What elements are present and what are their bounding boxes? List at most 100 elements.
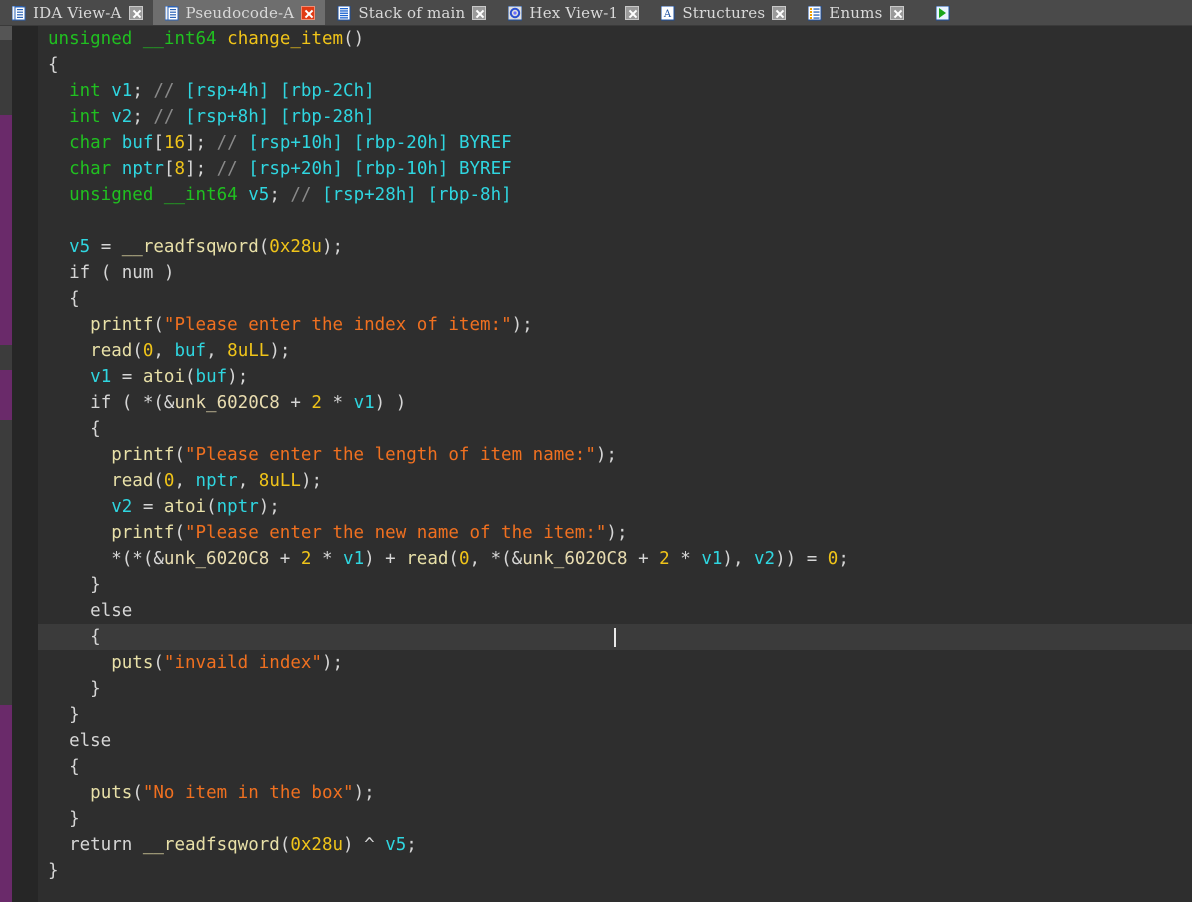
punctuation: , *(& xyxy=(469,549,523,569)
navigation-marker-strip[interactable] xyxy=(0,26,12,902)
code-text: v5 = __readfsqword(0x28u); xyxy=(38,234,343,260)
code-line[interactable]: 20 printf("Please enter the new name of … xyxy=(38,520,1192,546)
code-line[interactable]: 6 char nptr[8]; // [rsp+20h] [rbp-10h] B… xyxy=(38,156,1192,182)
tab-overflow-next[interactable] xyxy=(913,0,960,25)
tab-structures[interactable]: A Structures xyxy=(649,0,797,25)
pseudocode-editor[interactable]: 1unsigned __int64 change_item()2{3 int v… xyxy=(38,26,1192,902)
document-list-icon xyxy=(164,5,179,20)
code-line[interactable]: 21 *(*(&unk_6020C8 + 2 * v1) + read(0, *… xyxy=(38,546,1192,572)
numeric-literal: 0 xyxy=(163,471,175,491)
function-declaration-name: change_item xyxy=(227,29,344,49)
code-line[interactable]: 11 { xyxy=(38,286,1192,312)
type-keyword: char xyxy=(69,133,112,153)
code-line[interactable]: 1unsigned __int64 change_item() xyxy=(38,26,1192,52)
punctuation: + xyxy=(627,549,660,569)
code-line[interactable]: 28 else xyxy=(38,728,1192,754)
tab-label: IDA View-A xyxy=(33,4,122,22)
code-line[interactable]: 15 if ( *(&unk_6020C8 + 2 * v1) ) xyxy=(38,390,1192,416)
punctuation: } xyxy=(48,809,80,829)
code-line[interactable]: 2{ xyxy=(38,52,1192,78)
tab-label: Enums xyxy=(829,4,883,22)
nav-scroll-thumb[interactable] xyxy=(0,26,12,40)
tab-pseudocode-a[interactable]: Pseudocode-A xyxy=(152,0,326,25)
close-icon[interactable] xyxy=(128,6,143,20)
code-line[interactable]: 30 puts("No item in the box"); xyxy=(38,780,1192,806)
code-text: read(0, nptr, 8uLL); xyxy=(38,468,322,494)
punctuation xyxy=(48,601,90,621)
code-line[interactable]: 4 int v2; // [rsp+8h] [rbp-28h] xyxy=(38,104,1192,130)
punctuation: ); xyxy=(606,523,628,543)
punctuation: * xyxy=(669,549,702,569)
tab-stack-of-main[interactable]: Stack of main xyxy=(325,0,497,25)
control-keyword: else xyxy=(69,731,112,751)
code-line[interactable]: 33} xyxy=(38,858,1192,884)
code-line[interactable]: 17 printf("Please enter the length of it… xyxy=(38,442,1192,468)
code-text: v2 = atoi(nptr); xyxy=(38,494,280,520)
punctuation: ); xyxy=(321,237,344,257)
code-line[interactable]: 10 if ( num ) xyxy=(38,260,1192,286)
code-line[interactable]: 9 v5 = __readfsqword(0x28u); xyxy=(38,234,1192,260)
code-line[interactable]: 18 read(0, nptr, 8uLL); xyxy=(38,468,1192,494)
punctuation xyxy=(48,445,111,465)
code-line[interactable]: 3 int v1; // [rsp+4h] [rbp-2Ch] xyxy=(38,78,1192,104)
punctuation xyxy=(48,237,69,257)
tab-hex-view-1[interactable]: Hex View-1 xyxy=(496,0,650,25)
code-line[interactable]: 7 unsigned __int64 v5; // [rsp+28h] [rbp… xyxy=(38,182,1192,208)
code-line[interactable]: 23 else xyxy=(38,598,1192,624)
tab-ida-view-a[interactable]: IDA View-A xyxy=(0,0,153,25)
code-line[interactable]: 29 { xyxy=(38,754,1192,780)
punctuation: ]; xyxy=(185,159,217,179)
punctuation: ) ) xyxy=(374,393,407,413)
hex-view-icon xyxy=(508,5,523,20)
close-icon[interactable] xyxy=(301,6,316,20)
punctuation: = xyxy=(111,367,143,387)
code-text: puts("No item in the box"); xyxy=(38,780,375,806)
punctuation: ), xyxy=(722,549,755,569)
code-line[interactable]: 19 v2 = atoi(nptr); xyxy=(38,494,1192,520)
tab-enums[interactable]: Enums xyxy=(796,0,914,25)
punctuation: ; xyxy=(269,185,291,205)
close-icon[interactable] xyxy=(772,6,787,20)
tab-bar[interactable]: IDA View-A Pseudocode-A Stack of main Hex V… xyxy=(0,0,1192,26)
function-name: atoi xyxy=(142,367,185,387)
code-line[interactable]: 16 { xyxy=(38,416,1192,442)
code-line[interactable]: 13 read(0, buf, 8uLL); xyxy=(38,338,1192,364)
punctuation: } xyxy=(48,861,59,881)
code-line[interactable]: 24 { xyxy=(38,624,1192,650)
punctuation xyxy=(48,341,90,361)
string-literal: "No item in the box" xyxy=(142,783,354,803)
code-text: char buf[16]; // [rsp+10h] [rbp-20h] BYR… xyxy=(38,130,512,156)
code-line[interactable]: 22 } xyxy=(38,572,1192,598)
punctuation: { xyxy=(48,55,59,75)
code-text: puts("invaild index"); xyxy=(38,650,343,676)
string-literal: "Please enter the length of item name:" xyxy=(184,445,596,465)
close-icon[interactable] xyxy=(889,6,904,20)
code-line[interactable]: 32 return __readfsqword(0x28u) ^ v5; xyxy=(38,832,1192,858)
punctuation xyxy=(217,29,228,49)
function-name: __readfsqword xyxy=(121,237,259,257)
code-line[interactable]: 14 v1 = atoi(buf); xyxy=(38,364,1192,390)
tab-label: Hex View-1 xyxy=(529,4,619,22)
code-line[interactable]: 8 xyxy=(38,208,1192,234)
close-icon[interactable] xyxy=(472,6,487,20)
numeric-literal: 2 xyxy=(300,549,312,569)
numeric-literal: 8uLL xyxy=(227,341,270,361)
code-text: { xyxy=(38,286,80,312)
punctuation: ); xyxy=(353,783,375,803)
code-line[interactable]: 12 printf("Please enter the index of ite… xyxy=(38,312,1192,338)
nav-coverage-marker[interactable] xyxy=(0,115,12,345)
breakpoint-gutter[interactable] xyxy=(12,26,38,902)
code-line[interactable]: 5 char buf[16]; // [rsp+10h] [rbp-20h] B… xyxy=(38,130,1192,156)
nav-coverage-marker[interactable] xyxy=(0,705,12,902)
code-text: int v2; // [rsp+8h] [rbp-28h] xyxy=(38,104,375,130)
type-keyword: __int64 xyxy=(163,185,238,205)
code-comment: [rsp+10h] [rbp-20h] BYREF xyxy=(237,133,512,153)
type-keyword: char xyxy=(69,159,112,179)
code-line[interactable]: 26 } xyxy=(38,676,1192,702)
code-line[interactable]: 25 puts("invaild index"); xyxy=(38,650,1192,676)
code-line[interactable]: 27 } xyxy=(38,702,1192,728)
nav-coverage-marker[interactable] xyxy=(0,370,12,420)
code-line[interactable]: 31 } xyxy=(38,806,1192,832)
close-icon[interactable] xyxy=(625,6,640,20)
local-variable: buf xyxy=(174,341,207,361)
